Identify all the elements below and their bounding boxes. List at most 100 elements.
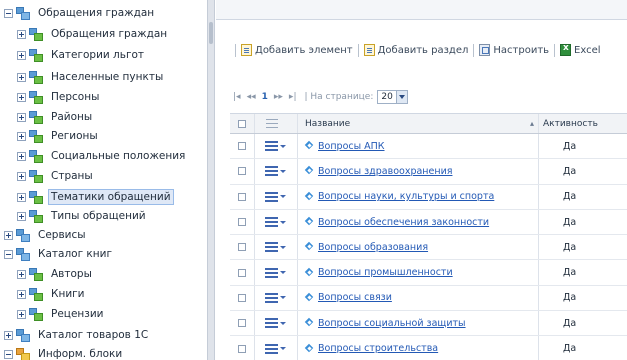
tree-node-label[interactable]: Информ. блоки [35,346,125,360]
tree-node-label[interactable]: Тематики обращений [48,189,174,205]
last-page-button[interactable]: ▸| [289,92,297,102]
tree-node[interactable]: Страны [17,166,96,186]
tree-node[interactable]: Книги [17,284,87,304]
tree-node-label[interactable]: Социальные положения [48,148,188,164]
row-checkbox[interactable] [238,167,246,176]
panel-splitter[interactable] [207,0,215,360]
tree-node-label[interactable]: Районы [48,109,95,125]
row-checkbox[interactable] [238,293,246,302]
collapse-icon[interactable] [4,349,13,359]
tree-node[interactable]: Персоны [17,87,102,107]
tree-node-label[interactable]: Обращения граждан [35,5,157,21]
tree-node-label[interactable]: Страны [48,168,96,184]
tree-node[interactable]: Каталог товаров 1С [4,325,151,345]
first-page-button[interactable]: |◂ [233,92,241,102]
expand-icon[interactable] [17,211,26,221]
row-name-link[interactable]: Вопросы обеспечения законности [318,217,489,228]
collapse-icon[interactable] [4,8,13,18]
tree-node[interactable]: Категории льгот [17,45,147,65]
tree-node-label[interactable]: Типы обращений [48,208,149,224]
expand-icon[interactable] [17,151,26,161]
add-section-button[interactable]: Добавить раздел [363,44,468,56]
table-row[interactable]: Вопросы образования Да [230,235,627,261]
expand-icon[interactable] [17,192,26,202]
row-name-link[interactable]: Вопросы связи [318,292,392,303]
tree-node-label[interactable]: Обращения граждан [48,26,170,42]
row-checkbox[interactable] [238,192,246,201]
tree-node-label[interactable]: Книги [48,286,87,302]
table-row[interactable]: Вопросы науки, культуры и спорта Да [230,184,627,210]
tree-node[interactable]: Тематики обращений [17,187,174,207]
excel-button[interactable]: Excel [560,43,601,56]
column-separator[interactable] [538,114,539,133]
row-checkbox[interactable] [238,218,246,227]
table-row[interactable]: Вопросы социальной защиты Да [230,311,627,337]
tree-node-label[interactable]: Авторы [48,266,95,282]
next-page-button[interactable]: ▸▸ [274,92,283,102]
tree-node[interactable]: Каталог книг [4,244,115,264]
row-checkbox[interactable] [238,142,246,151]
expand-icon[interactable] [17,171,26,181]
tree-node-label[interactable]: Регионы [48,128,101,144]
tree-node-label[interactable]: Каталог товаров 1С [35,327,151,343]
expand-icon[interactable] [17,72,26,82]
settings-button[interactable]: Настроить [479,44,549,56]
row-actions-menu[interactable] [265,318,286,329]
tree-node[interactable]: Обращения граждан [4,3,157,23]
row-actions-menu[interactable] [265,292,286,303]
expand-icon[interactable] [17,50,26,60]
expand-icon[interactable] [17,289,26,299]
tree-node[interactable]: Рецензии [17,304,107,324]
row-checkbox[interactable] [238,344,246,353]
expand-icon[interactable] [17,29,26,39]
row-name-link[interactable]: Вопросы социальной защиты [318,318,466,329]
expand-icon[interactable] [4,230,13,240]
expand-icon[interactable] [17,112,26,122]
table-row[interactable]: Вопросы строительства Да [230,336,627,360]
row-name-link[interactable]: Вопросы АПК [318,141,385,152]
row-actions-menu[interactable] [265,267,286,278]
row-checkbox[interactable] [238,268,246,277]
expand-icon[interactable] [17,92,26,102]
add-element-button[interactable]: Добавить элемент [241,44,353,56]
row-name-link[interactable]: Вопросы образования [318,242,428,253]
expand-icon[interactable] [17,269,26,279]
table-row[interactable]: Вопросы АПК Да [230,134,627,160]
row-actions-menu[interactable] [265,141,286,152]
table-row[interactable]: Вопросы промышленности Да [230,260,627,286]
row-actions-menu[interactable] [265,191,286,202]
tree-node-label[interactable]: Населенные пункты [48,69,166,85]
table-row[interactable]: Вопросы здравоохранения Да [230,159,627,185]
tree-node-label[interactable]: Персоны [48,89,102,105]
prev-page-button[interactable]: ◂◂ [247,92,256,102]
table-row[interactable]: Вопросы обеспечения законности Да [230,209,627,236]
row-actions-menu[interactable] [265,242,286,253]
table-row[interactable]: Вопросы связи Да [230,285,627,312]
row-actions-menu[interactable] [265,217,286,228]
tree-node[interactable]: Информ. блоки [4,344,125,360]
row-name-link[interactable]: Вопросы строительства [318,343,438,354]
tree-node[interactable]: Типы обращений [17,206,149,226]
chevron-down-icon[interactable] [395,91,407,103]
select-all-checkbox[interactable] [238,119,246,128]
tree-node[interactable]: Районы [17,107,95,127]
tree-node[interactable]: Социальные положения [17,146,188,166]
tree-node[interactable]: Авторы [17,264,95,284]
row-name-link[interactable]: Вопросы науки, культуры и спорта [318,191,494,202]
tree-node-label[interactable]: Рецензии [48,306,107,322]
column-header-name[interactable]: Название [305,119,350,129]
tree-node-label[interactable]: Каталог книг [35,246,115,262]
tree-node-label[interactable]: Сервисы [35,227,89,243]
row-checkbox[interactable] [238,243,246,252]
row-checkbox[interactable] [238,319,246,328]
tree-node[interactable]: Обращения граждан [17,24,170,44]
collapse-icon[interactable] [4,249,13,259]
tree-node-label[interactable]: Категории льгот [48,47,147,63]
row-name-link[interactable]: Вопросы здравоохранения [318,166,452,177]
tree-node[interactable]: Населенные пункты [17,67,166,87]
row-actions-menu[interactable] [265,343,286,354]
expand-icon[interactable] [17,131,26,141]
row-actions-menu[interactable] [265,166,286,177]
row-name-link[interactable]: Вопросы промышленности [318,267,453,278]
current-page-number[interactable]: 1 [262,92,268,102]
